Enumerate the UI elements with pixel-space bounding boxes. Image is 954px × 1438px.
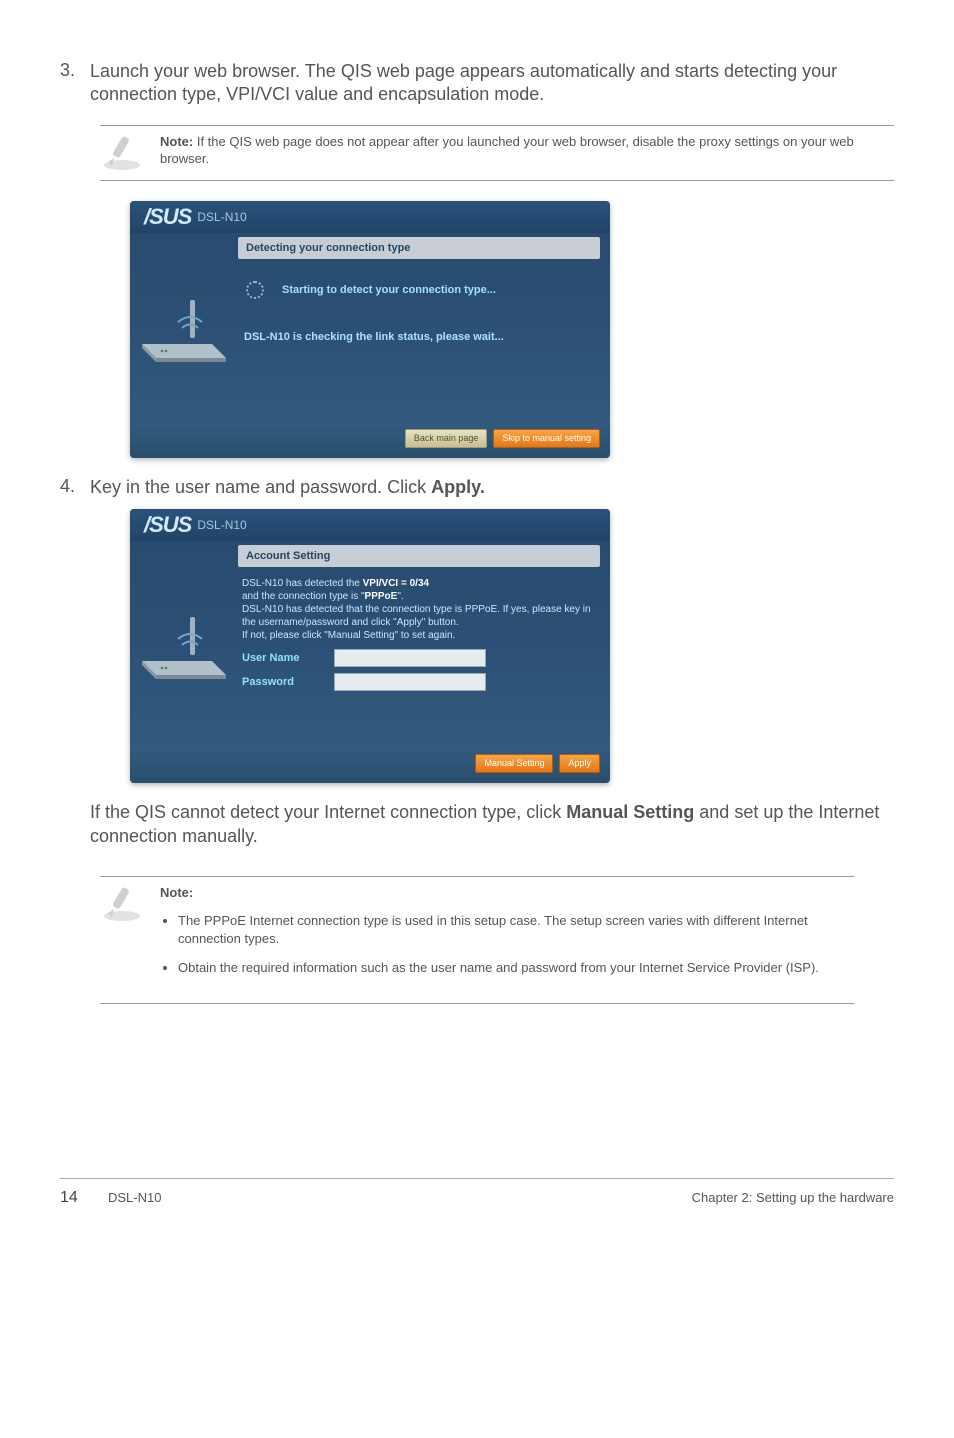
user-name-input[interactable] [334,649,486,667]
step-4-text: Key in the user name and password. Click… [90,476,894,499]
qis-account-panel: /SUS DSL-N10 Account Setting D [130,509,610,783]
note-2-bullet-2: Obtain the required information such as … [178,959,854,977]
page-footer: 14 DSL-N10 Chapter 2: Setting up the har… [60,1178,894,1207]
panel2-info: DSL-N10 has detected the VPI/VCI = 0/34 … [238,571,600,646]
password-label: Password [242,676,334,688]
pencil-note-icon [100,132,150,172]
note-1-text: Note: If the QIS web page does not appea… [160,134,894,168]
panel1-spin-text: Starting to detect your connection type.… [282,284,496,296]
page-number: 14 [60,1189,108,1207]
asus-logo: /SUS [144,512,191,538]
router-icon [138,609,230,681]
footer-model: DSL-N10 [108,1190,161,1205]
skip-manual-button[interactable]: Skip to manual setting [493,429,600,448]
step-3: 3. Launch your web browser. The QIS web … [60,60,894,107]
back-main-button[interactable]: Back main page [405,429,488,448]
panel1-status: DSL-N10 is checking the link status, ple… [238,323,600,347]
panel1-header: /SUS DSL-N10 [130,201,610,233]
panel1-title: Detecting your connection type [238,237,600,259]
note-2-label: Note: [160,885,193,900]
user-name-label: User Name [242,652,334,664]
step-4-num: 4. [60,476,90,499]
panel2-model: DSL-N10 [197,518,246,532]
asus-logo: /SUS [144,204,191,230]
spinner-icon [246,281,264,299]
qis-detect-panel: /SUS DSL-N10 Detecting your connection t… [130,201,610,458]
note-2: Note: The PPPoE Internet connection type… [100,876,854,1004]
apply-button[interactable]: Apply [559,754,600,773]
step-3-num: 3. [60,60,90,107]
footer-chapter: Chapter 2: Setting up the hardware [692,1190,894,1205]
password-input[interactable] [334,673,486,691]
pencil-note-icon [100,883,150,923]
router-icon [138,292,230,364]
manual-setting-button[interactable]: Manual Setting [475,754,553,773]
note-2-bullet-1: The PPPoE Internet connection type is us… [178,912,854,947]
note-1: Note: If the QIS web page does not appea… [100,125,894,181]
panel2-header: /SUS DSL-N10 [130,509,610,541]
note-1-label: Note: [160,134,193,149]
panel2-title: Account Setting [238,545,600,567]
step-4: 4. Key in the user name and password. Cl… [60,476,894,499]
manual-setting-para: If the QIS cannot detect your Internet c… [60,801,894,848]
panel1-model: DSL-N10 [197,210,246,224]
step-3-text: Launch your web browser. The QIS web pag… [90,60,894,107]
